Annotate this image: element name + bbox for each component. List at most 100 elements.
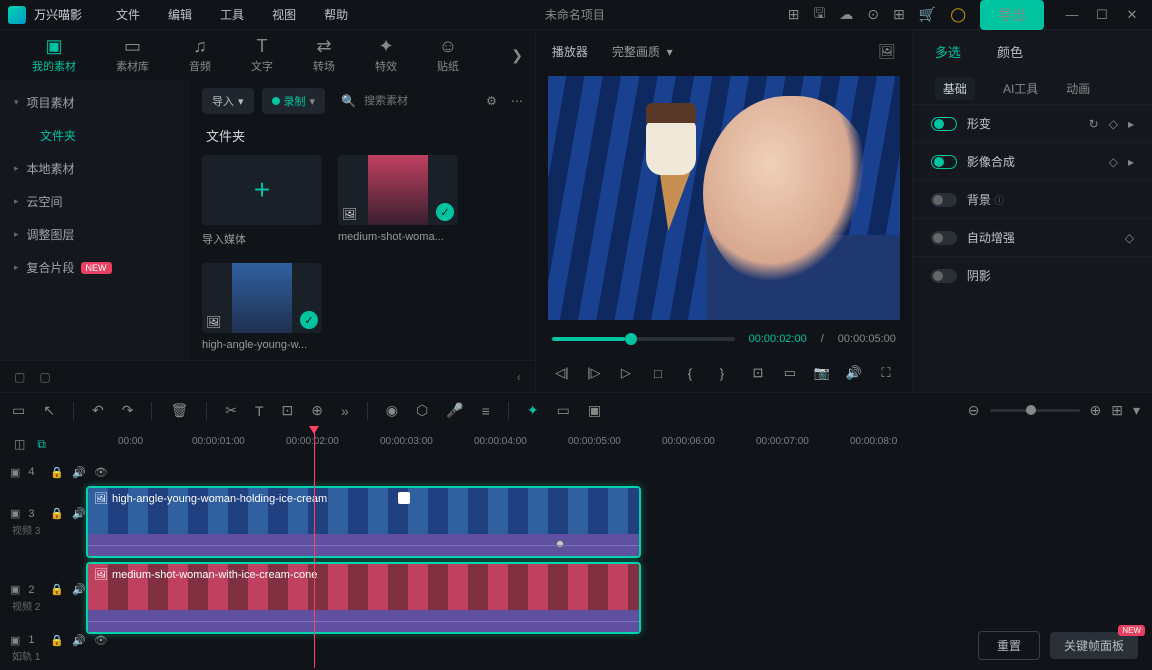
menu-view[interactable]: 视图: [258, 6, 310, 23]
media-card[interactable]: 🖼✓ high-angle-young-w...: [202, 263, 322, 351]
volume-icon[interactable]: 🔊: [840, 359, 868, 387]
text-icon[interactable]: T: [255, 403, 264, 419]
new-folder-icon[interactable]: ▢: [14, 370, 25, 384]
toggle-enhance[interactable]: [931, 231, 957, 245]
player-scrubber[interactable]: [552, 337, 735, 341]
timeline-clip[interactable]: 🖼high-angle-young-woman-holding-ice-crea…: [86, 486, 641, 558]
more-tools-icon[interactable]: »: [341, 403, 349, 419]
cart-icon[interactable]: 🛒: [919, 6, 936, 23]
zoom-slider[interactable]: [990, 409, 1080, 412]
collapse-sidebar-icon[interactable]: ‹: [517, 370, 521, 384]
sort-icon[interactable]: ⋯: [511, 94, 523, 108]
sidebar-compound[interactable]: ▸复合片段NEW: [0, 251, 190, 284]
prev-frame-button[interactable]: ◁|: [548, 359, 576, 387]
sidebar-folder[interactable]: 文件夹: [0, 119, 190, 152]
maximize-button[interactable]: ☐: [1090, 7, 1114, 23]
list-icon[interactable]: ≡: [482, 403, 490, 419]
mark-out-button[interactable]: }: [708, 359, 736, 387]
link-icon[interactable]: ⊕: [311, 402, 323, 419]
tab-stickers[interactable]: ☺贴纸: [417, 36, 479, 74]
save-icon[interactable]: 🖫: [813, 3, 825, 27]
eye-icon[interactable]: 👁: [94, 466, 108, 479]
fullscreen-icon[interactable]: ⛶: [872, 359, 900, 387]
magnet-icon[interactable]: ⧉: [37, 437, 46, 452]
tab-text[interactable]: T文字: [231, 36, 293, 74]
mute-icon[interactable]: 🔊: [72, 507, 86, 520]
lock-icon[interactable]: 🔒: [50, 634, 64, 647]
sidebar-local[interactable]: ▸本地素材: [0, 152, 190, 185]
frame-icon[interactable]: ▭: [557, 402, 570, 419]
minimize-button[interactable]: —: [1060, 7, 1084, 23]
play-reverse-button[interactable]: |▷: [580, 359, 608, 387]
lock-icon[interactable]: 🔒: [50, 507, 64, 520]
ai-tool-icon[interactable]: ✦: [527, 402, 539, 419]
headset-icon[interactable]: ⊙: [867, 6, 879, 23]
zoom-out-icon[interactable]: ⊖: [968, 402, 980, 419]
keyframe-icon[interactable]: ◇: [1109, 117, 1118, 131]
quality-dropdown[interactable]: 完整画质 ▾: [612, 43, 673, 60]
import-card[interactable]: + 导入媒体: [202, 155, 322, 247]
eye-icon[interactable]: 👁: [94, 634, 108, 647]
snapshot-icon[interactable]: 🖼: [878, 43, 896, 60]
clip-marker[interactable]: [398, 492, 410, 504]
chevron-down-icon[interactable]: ▾: [1133, 402, 1140, 419]
chevron-right-icon[interactable]: ▸: [1128, 117, 1134, 131]
device-icon[interactable]: ⊞: [788, 6, 800, 23]
mute-icon[interactable]: 🔊: [72, 583, 86, 596]
playhead[interactable]: [314, 428, 315, 668]
search-input[interactable]: [364, 95, 464, 107]
crop-tool-icon[interactable]: ⊡: [282, 402, 294, 419]
tab-my-media[interactable]: ▣我的素材: [12, 36, 96, 74]
help-icon[interactable]: ⓘ: [994, 196, 1004, 207]
crop-icon[interactable]: ⊡: [744, 359, 772, 387]
timeline-ruler[interactable]: 00:00 00:00:01:00 00:00:02:00 00:00:03:0…: [116, 428, 1152, 460]
cursor-tool-icon[interactable]: ↖: [43, 402, 55, 419]
inspector-tab-color[interactable]: 颜色: [997, 42, 1023, 61]
undo-icon[interactable]: ↶: [92, 402, 104, 419]
aspect-icon[interactable]: ▣: [588, 402, 601, 419]
close-button[interactable]: ✕: [1120, 7, 1144, 23]
lock-icon[interactable]: 🔒: [50, 466, 64, 479]
sidebar-cloud[interactable]: ▸云空间: [0, 185, 190, 218]
apps-icon[interactable]: ⊞: [893, 6, 905, 23]
camera-icon[interactable]: 📷: [808, 359, 836, 387]
menu-edit[interactable]: 编辑: [154, 6, 206, 23]
delete-icon[interactable]: 🗑: [170, 402, 188, 419]
toggle-background[interactable]: [931, 193, 957, 207]
media-card[interactable]: 🖼✓ medium-shot-woma...: [338, 155, 458, 247]
menu-file[interactable]: 文件: [102, 6, 154, 23]
toggle-shadow[interactable]: [931, 269, 957, 283]
grid-view-icon[interactable]: ⊞: [1111, 402, 1123, 419]
timeline-clip[interactable]: 🖼medium-shot-woman-with-ice-cream-cone: [86, 562, 641, 634]
cloud-icon[interactable]: ☁: [839, 6, 853, 23]
display-icon[interactable]: ▭: [776, 359, 804, 387]
mic-icon[interactable]: 🎤: [446, 402, 463, 419]
mute-icon[interactable]: 🔊: [72, 466, 86, 479]
speed-icon[interactable]: ◉: [386, 402, 398, 419]
subtab-ai[interactable]: AI工具: [1003, 80, 1038, 97]
toggle-blend[interactable]: [931, 155, 957, 169]
play-button[interactable]: ▷: [612, 359, 640, 387]
subtab-animation[interactable]: 动画: [1066, 80, 1090, 97]
keyframe-icon[interactable]: ◇: [1125, 231, 1134, 245]
menu-help[interactable]: 帮助: [310, 6, 362, 23]
user-icon[interactable]: ◯: [950, 6, 966, 23]
menu-tools[interactable]: 工具: [206, 6, 258, 23]
cut-icon[interactable]: ✂: [225, 402, 237, 419]
select-tool-icon[interactable]: ▭: [12, 402, 25, 419]
chevron-right-icon[interactable]: ▸: [1128, 155, 1134, 169]
toggle-transform[interactable]: [931, 117, 957, 131]
sidebar-project-media[interactable]: ▾项目素材: [0, 86, 190, 119]
tabs-more-icon[interactable]: ❯: [511, 47, 523, 64]
lock-icon[interactable]: 🔒: [50, 583, 64, 596]
tab-stock[interactable]: ▭素材库: [96, 36, 169, 74]
mark-in-button[interactable]: {: [676, 359, 704, 387]
tab-audio[interactable]: ♫音频: [169, 36, 231, 74]
new-bin-icon[interactable]: ▢: [39, 370, 50, 384]
sidebar-adjust[interactable]: ▸调整图层: [0, 218, 190, 251]
timeline-mode-icon[interactable]: ◫: [14, 437, 25, 451]
import-button[interactable]: 导入▾: [202, 88, 254, 114]
export-button[interactable]: 导出: [980, 0, 1044, 30]
record-button[interactable]: 录制▾: [262, 88, 326, 114]
keyframe-icon[interactable]: ◇: [1109, 155, 1118, 169]
